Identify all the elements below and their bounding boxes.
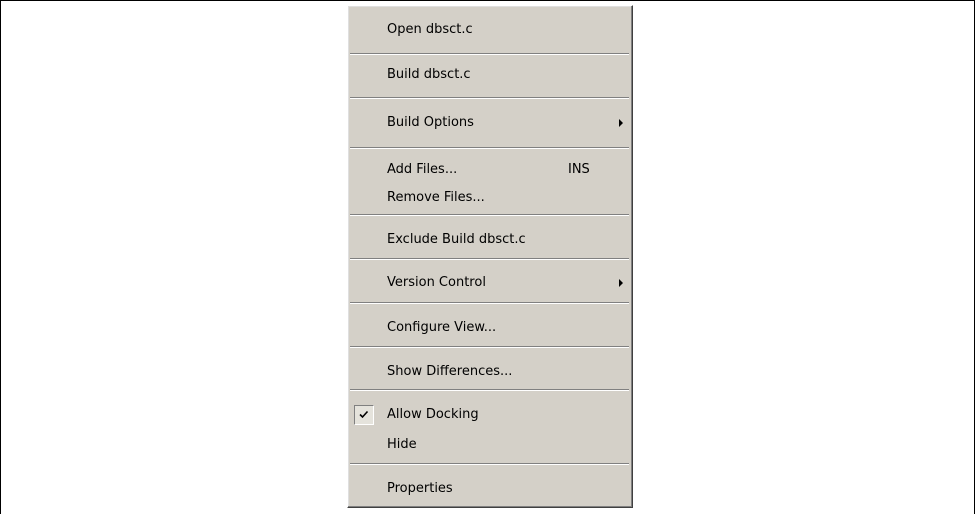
menu-separator [350,346,629,348]
menu-item-label: Version Control [387,275,486,290]
menu-item-label: Exclude Build dbsct.c [387,232,526,247]
menu-item-configure-view[interactable]: Configure View... [349,317,631,339]
menu-item-label: Open dbsct.c [387,22,473,37]
menu-item-allow-docking[interactable]: Allow Docking [349,404,631,426]
menu-item-label: Add Files... [387,162,458,177]
menu-item-build[interactable]: Build dbsct.c [349,64,631,86]
menu-item-hide[interactable]: Hide [349,434,631,456]
menu-separator [350,302,629,304]
menu-separator [350,214,629,216]
menu-item-build-options[interactable]: Build Options [349,112,631,134]
menu-item-label: Remove Files... [387,190,485,205]
menu-item-label: Configure View... [387,320,497,335]
chevron-right-icon [619,279,623,287]
menu-item-show-differences[interactable]: Show Differences... [349,361,631,383]
check-icon [354,405,374,425]
menu-item-remove-files[interactable]: Remove Files... [349,187,631,209]
menu-item-exclude-build[interactable]: Exclude Build dbsct.c [349,229,631,251]
context-menu: Open dbsct.c Build dbsct.c Build Options… [347,5,633,508]
menu-separator [350,53,629,55]
menu-item-label: Show Differences... [387,364,513,379]
menu-item-open[interactable]: Open dbsct.c [349,19,631,41]
menu-separator [350,463,629,465]
menu-item-label: Properties [387,481,453,496]
menu-item-label: Build dbsct.c [387,67,471,82]
menu-item-label: Allow Docking [387,407,479,422]
menu-separator [350,97,629,99]
menu-item-properties[interactable]: Properties [349,478,631,500]
menu-item-add-files[interactable]: Add Files... INS [349,159,631,181]
menu-item-label: Hide [387,437,417,452]
chevron-right-icon [619,119,623,127]
menu-separator [350,147,629,149]
menu-separator [350,389,629,391]
menu-item-shortcut: INS [568,162,590,177]
menu-item-label: Build Options [387,115,474,130]
menu-separator [350,258,629,260]
menu-item-version-control[interactable]: Version Control [349,272,631,294]
